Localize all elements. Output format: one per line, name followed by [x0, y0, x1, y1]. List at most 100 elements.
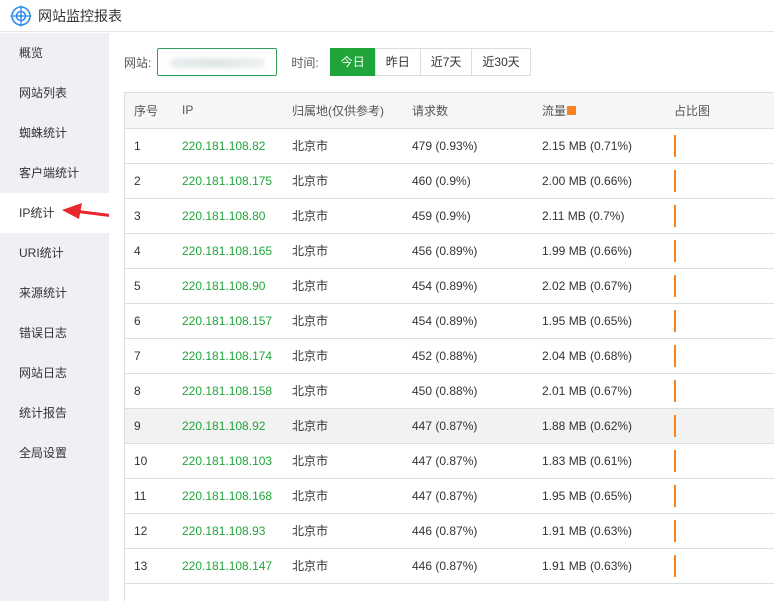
sidebar-item-report[interactable]: 统计报告	[0, 393, 109, 433]
cell-index: 3	[125, 198, 173, 234]
table-row[interactable]: 11 220.181.108.168 北京市 447 (0.87%) 1.95 MB (…	[125, 478, 774, 514]
cell-traffic: 2.00 MB (0.66%)	[533, 163, 665, 199]
table-row[interactable]: 12 220.181.108.93 北京市 446 (0.87%) 1.91 MB (0…	[125, 513, 774, 549]
ratio-bar	[674, 484, 676, 507]
cell-ratio-chart	[665, 233, 774, 269]
sidebar-item-label: IP统计	[19, 206, 55, 220]
cell-ip: 220.181.108.80	[173, 198, 283, 234]
cell-location: 北京市	[283, 338, 403, 374]
cell-traffic: 1.83 MB (0.61%)	[533, 443, 665, 479]
cell-ratio-chart	[665, 268, 774, 304]
cell-ip: 220.181.108.174	[173, 338, 283, 374]
sidebar-item-client-stats[interactable]: 客户端统计	[0, 153, 109, 193]
cell-requests: 447 (0.87%)	[403, 478, 533, 514]
cell-location: 北京市	[283, 513, 403, 549]
table-row[interactable]: 9 220.181.108.92 北京市 447 (0.87%) 1.88 MB (0.…	[125, 408, 774, 444]
sidebar-item-label: 网站日志	[19, 366, 68, 380]
sidebar-item-site-log[interactable]: 网站日志	[0, 353, 109, 393]
table-row[interactable]: 7 220.181.108.174 北京市 452 (0.88%) 2.04 MB (0…	[125, 338, 774, 374]
cell-ip: 220.181.108.175	[173, 163, 283, 199]
sidebar-item-label: 错误日志	[19, 326, 68, 340]
cell-location: 北京市	[283, 198, 403, 234]
main-panel: 网站: 时间: 今日 昨日 近7天 近30天 序号 IP 归属地(仅供参考) 请…	[109, 33, 774, 601]
table-row[interactable]: 4 220.181.108.165 北京市 456 (0.89%) 1.99 MB (0…	[125, 233, 774, 269]
cell-traffic: 2.15 MB (0.71%)	[533, 128, 665, 164]
sidebar-item-uri-stats[interactable]: URI统计	[0, 233, 109, 273]
table-row[interactable]: 6 220.181.108.157 北京市 454 (0.89%) 1.95 MB (0…	[125, 303, 774, 339]
cell-requests: 447 (0.87%)	[403, 408, 533, 444]
sidebar-item-error-log[interactable]: 错误日志	[0, 313, 109, 353]
sidebar-item-label: 客户端统计	[19, 166, 80, 180]
cell-location: 北京市	[283, 233, 403, 269]
cell-requests: 454 (0.89%)	[403, 303, 533, 339]
cell-traffic: 1.95 MB (0.65%)	[533, 478, 665, 514]
cell-ratio-chart	[665, 163, 774, 199]
filter-toolbar: 网站: 时间: 今日 昨日 近7天 近30天	[124, 47, 531, 77]
title-bar: 网站监控报表	[0, 0, 774, 32]
sort-icon[interactable]	[567, 105, 577, 115]
ratio-bar	[674, 169, 676, 192]
cell-requests: 446 (0.87%)	[403, 513, 533, 549]
cell-ratio-chart	[665, 443, 774, 479]
table-row[interactable]: 5 220.181.108.90 北京市 454 (0.89%) 2.02 MB (0.…	[125, 268, 774, 304]
time-range-group: 今日 昨日 近7天 近30天	[329, 48, 531, 76]
ip-stats-table-wrap[interactable]: 序号 IP 归属地(仅供参考) 请求数 流量 占比图 1 220.181.108.…	[124, 92, 774, 601]
cell-index: 1	[125, 128, 173, 164]
sidebar-item-label: 概览	[19, 46, 44, 60]
table-row[interactable]: 10 220.181.108.103 北京市 447 (0.87%) 1.83 MB (…	[125, 443, 774, 479]
sidebar-item-label: 全局设置	[19, 446, 68, 460]
sidebar: 概览 网站列表 蜘蛛统计 客户端统计 IP统计 URI统计 来源统计 错误日志 …	[0, 33, 109, 601]
col-header-traffic[interactable]: 流量	[533, 93, 665, 129]
ratio-bar	[674, 554, 676, 577]
cell-location: 北京市	[283, 548, 403, 584]
col-header-index: 序号	[125, 93, 173, 129]
col-header-ratio-chart: 占比图	[665, 93, 774, 129]
cell-ratio-chart	[665, 408, 774, 444]
cell-ip: 220.181.108.92	[173, 408, 283, 444]
blurred-site-value	[170, 58, 266, 68]
sidebar-item-overview[interactable]: 概览	[0, 33, 109, 73]
cell-traffic: 2.01 MB (0.67%)	[533, 373, 665, 409]
col-header-location: 归属地(仅供参考)	[283, 93, 403, 129]
cell-index: 6	[125, 303, 173, 339]
table-row[interactable]: 8 220.181.108.158 北京市 450 (0.88%) 2.01 MB (0…	[125, 373, 774, 409]
table-row[interactable]: 2 220.181.108.175 北京市 460 (0.9%) 2.00 MB (0.…	[125, 163, 774, 199]
cell-traffic: 2.11 MB (0.7%)	[533, 198, 665, 234]
sidebar-item-label: 蜘蛛统计	[19, 126, 68, 140]
cell-traffic: 1.88 MB (0.62%)	[533, 408, 665, 444]
sidebar-item-referer-stats[interactable]: 来源统计	[0, 273, 109, 313]
cell-traffic: 1.91 MB (0.63%)	[533, 513, 665, 549]
cell-requests: 479 (0.93%)	[403, 128, 533, 164]
table-row[interactable]: 3 220.181.108.80 北京市 459 (0.9%) 2.11 MB (0.7…	[125, 198, 774, 234]
table-row[interactable]: 13 220.181.108.147 北京市 446 (0.87%) 1.91 MB (…	[125, 548, 774, 584]
range-today-button[interactable]: 今日	[329, 48, 376, 76]
ratio-bar	[674, 134, 676, 157]
cell-ratio-chart	[665, 513, 774, 549]
cell-index: 7	[125, 338, 173, 374]
site-select[interactable]	[157, 48, 278, 76]
site-label: 网站:	[124, 55, 152, 70]
range-yesterday-button[interactable]: 昨日	[374, 48, 421, 76]
cell-ip: 220.181.108.157	[173, 303, 283, 339]
cell-traffic: 2.04 MB (0.68%)	[533, 338, 665, 374]
sidebar-item-site-list[interactable]: 网站列表	[0, 73, 109, 113]
col-header-requests: 请求数	[403, 93, 533, 129]
cell-ratio-chart	[665, 373, 774, 409]
cell-index: 8	[125, 373, 173, 409]
app-title: 网站监控报表	[38, 7, 122, 24]
cell-index: 12	[125, 513, 173, 549]
cell-ratio-chart	[665, 548, 774, 584]
cell-location: 北京市	[283, 478, 403, 514]
ratio-bar	[674, 309, 676, 332]
cell-index: 4	[125, 233, 173, 269]
sidebar-item-ip-stats[interactable]: IP统计	[0, 193, 109, 233]
table-row[interactable]: 1 220.181.108.82 北京市 479 (0.93%) 2.15 MB (0.…	[125, 128, 774, 164]
sidebar-item-global-settings[interactable]: 全局设置	[0, 433, 109, 473]
sidebar-item-spider-stats[interactable]: 蜘蛛统计	[0, 113, 109, 153]
cell-index: 5	[125, 268, 173, 304]
range-30days-button[interactable]: 近30天	[471, 48, 531, 76]
range-7days-button[interactable]: 近7天	[419, 48, 473, 76]
cell-ip: 220.181.108.147	[173, 548, 283, 584]
ratio-bar	[674, 344, 676, 367]
cell-location: 北京市	[283, 373, 403, 409]
